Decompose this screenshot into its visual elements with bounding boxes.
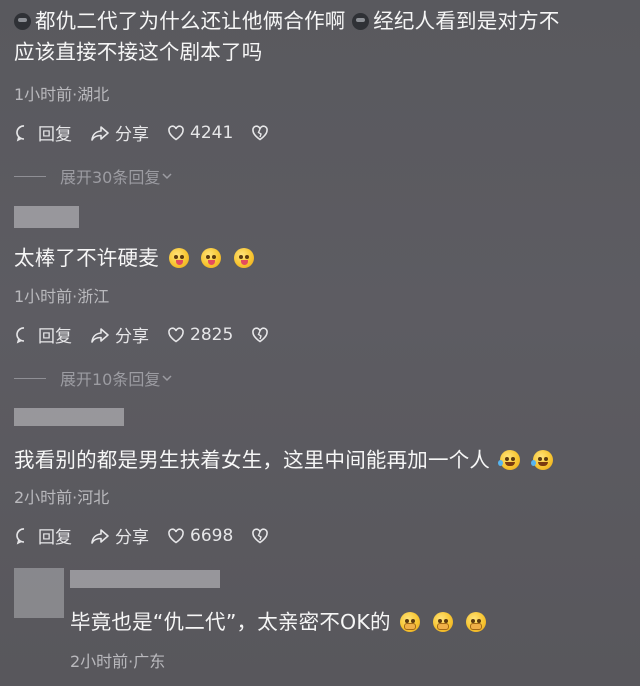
like-count: 6698 — [190, 525, 234, 546]
emoji-icon — [433, 612, 454, 632]
heart-icon — [168, 326, 184, 342]
expand-replies-button[interactable]: 展开10条回复 — [14, 366, 174, 390]
emoji-icon — [352, 13, 370, 30]
emoji-icon — [400, 612, 421, 632]
like-button[interactable]: 4241 — [166, 123, 233, 143]
share-button[interactable]: 分享 — [89, 322, 149, 347]
comment-meta: 2小时前·河北 — [14, 488, 110, 507]
heart-icon — [168, 527, 184, 543]
comment-actions: 回复 分享 6698 — [14, 523, 291, 548]
avatar-username-redacted — [14, 206, 79, 228]
chevron-down-icon — [162, 375, 172, 382]
emoji-icon — [14, 13, 31, 30]
divider-line — [14, 377, 46, 379]
divider-line — [14, 175, 46, 177]
heart-icon — [168, 124, 184, 140]
emoji-icon — [530, 450, 553, 470]
share-arrow-icon — [91, 125, 109, 141]
comment-meta: 1小时前·浙江 — [14, 287, 110, 306]
share-button[interactable]: 分享 — [89, 523, 149, 548]
reply-button[interactable]: 回复 — [14, 120, 72, 145]
broken-heart-icon — [252, 326, 269, 342]
share-arrow-icon — [91, 327, 109, 343]
avatar-username-redacted — [14, 408, 124, 426]
comment-text: 太棒了不许硬麦 — [14, 243, 257, 274]
comment-bubble-icon — [16, 326, 25, 344]
emoji-icon — [465, 612, 486, 632]
broken-heart-icon — [252, 527, 269, 543]
expand-replies-button[interactable]: 展开30条回复 — [14, 164, 174, 188]
dislike-button[interactable] — [250, 325, 274, 345]
like-count: 2825 — [190, 324, 234, 345]
like-button[interactable]: 2825 — [166, 325, 233, 345]
emoji-icon — [497, 450, 520, 470]
emoji-icon — [201, 248, 222, 268]
chevron-down-icon — [162, 173, 172, 180]
emoji-icon — [234, 248, 255, 268]
broken-heart-icon — [252, 124, 269, 140]
comment-text: 我看别的都是男生扶着女生，这里中间能再加一个人 — [14, 445, 556, 476]
comment-meta: 2小时前·广东 — [70, 652, 166, 671]
like-count: 4241 — [190, 122, 234, 143]
dislike-button[interactable] — [250, 123, 274, 143]
comment-meta: 1小时前·湖北 — [14, 85, 110, 104]
emoji-icon — [168, 248, 189, 268]
share-button[interactable]: 分享 — [89, 120, 149, 145]
reply-button[interactable]: 回复 — [14, 322, 72, 347]
share-arrow-icon — [91, 528, 109, 544]
comment-actions: 回复 分享 4241 — [14, 120, 291, 145]
comment-text: 都仇二代了为什么还让他俩合作啊 经纪人看到是对方不 应该直接不接这个剧本了吗 — [14, 9, 560, 64]
like-button[interactable]: 6698 — [166, 526, 233, 546]
username-redacted — [70, 570, 220, 588]
comment-actions: 回复 分享 2825 — [14, 322, 291, 347]
reply-button[interactable]: 回复 — [14, 523, 72, 548]
comment-text: 毕竟也是“仇二代”，太亲密不OK的 — [70, 607, 489, 638]
comment-bubble-icon — [16, 527, 25, 545]
dislike-button[interactable] — [250, 526, 274, 546]
comment-bubble-icon — [16, 124, 25, 142]
avatar — [14, 568, 64, 618]
